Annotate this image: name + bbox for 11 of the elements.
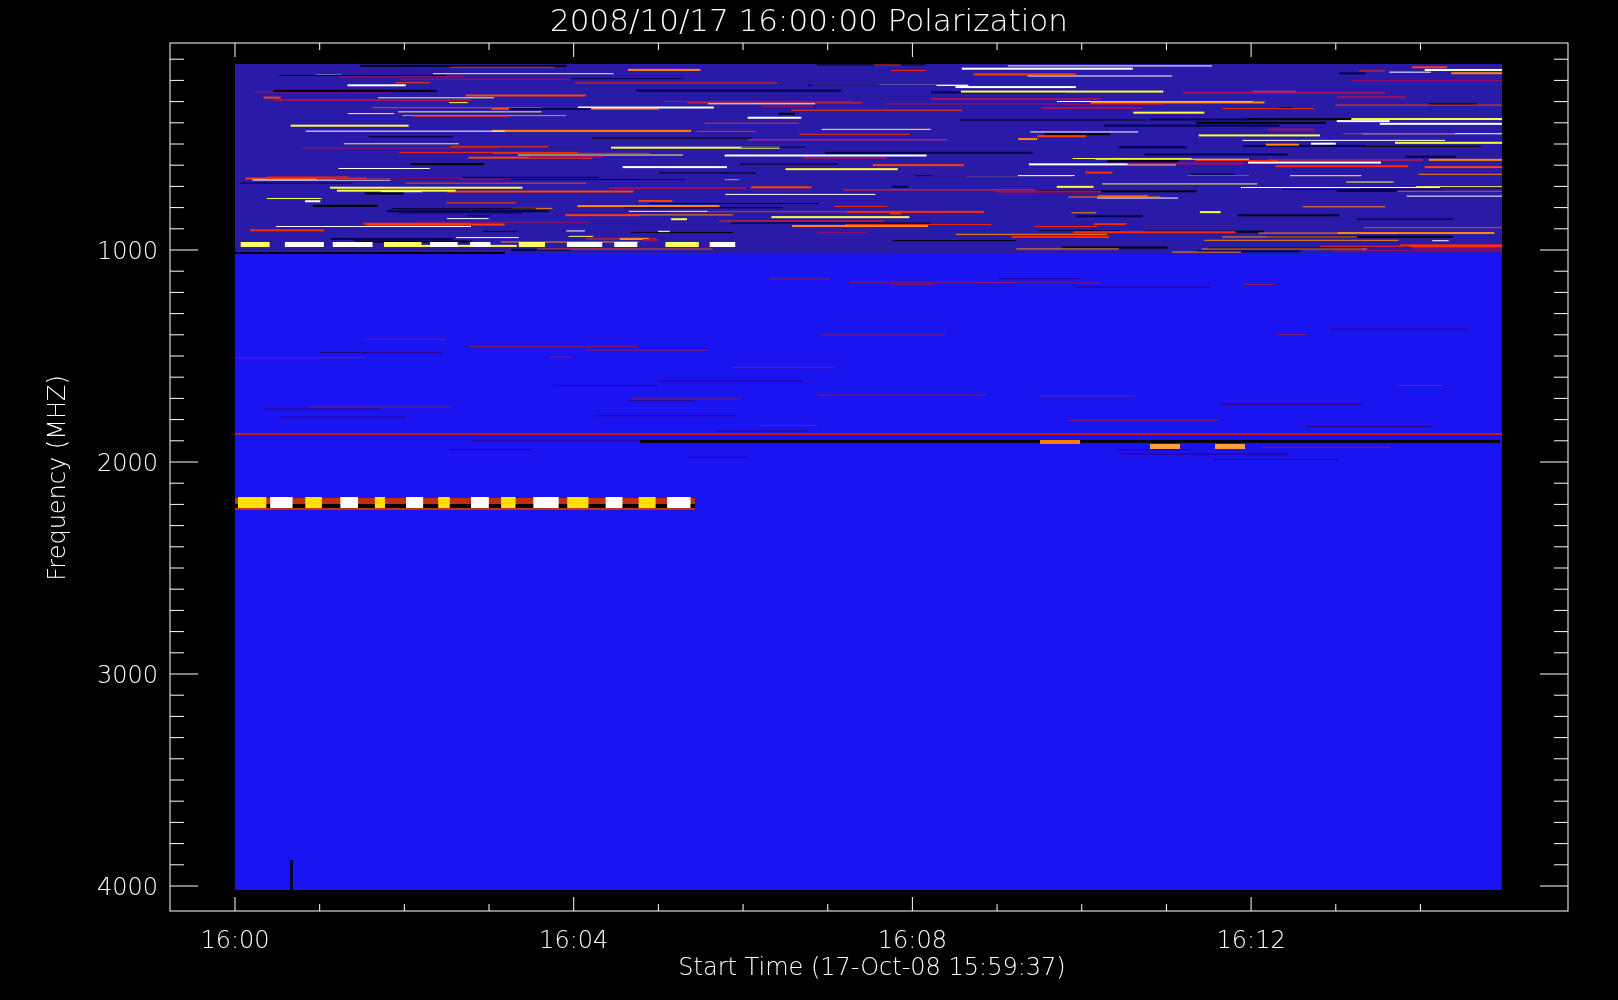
tick-label: 16:08 [877, 926, 947, 954]
tick-label: 2000 [96, 449, 158, 477]
axis-title: Frequency (MHZ) [43, 375, 71, 581]
tick-label: 16:04 [539, 926, 609, 954]
tick-label: 3000 [96, 661, 158, 689]
tick-label: 16:00 [200, 926, 270, 954]
tick-label: 4000 [96, 873, 158, 901]
axis-title: Start Time (17-Oct-08 15:59:37) [678, 953, 1066, 981]
tick-label: 1000 [96, 237, 158, 265]
plot-title: 2008/10/17 16:00:00 Polarization [550, 2, 1068, 38]
tick-label: 16:12 [1216, 926, 1286, 954]
